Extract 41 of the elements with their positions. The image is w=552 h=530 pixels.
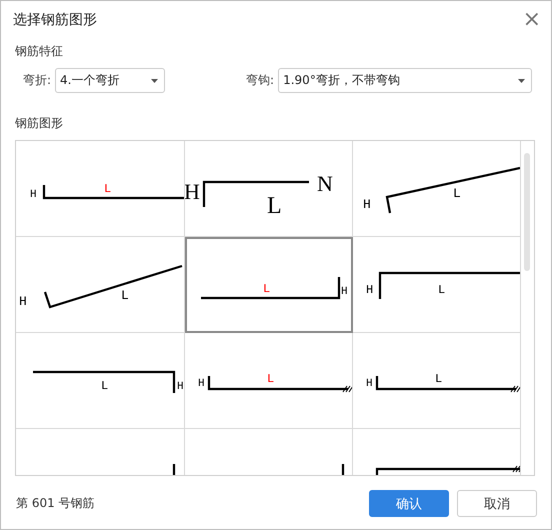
section-heading: 钢筋图形 (15, 115, 64, 132)
dimension-label: L (438, 283, 446, 297)
caret-icon (151, 78, 158, 82)
dimension-label: L (453, 186, 461, 201)
close-button[interactable]: × (522, 10, 541, 30)
dimension-label: L (263, 282, 270, 296)
confirm-button[interactable]: 确认 (369, 490, 449, 517)
dimension-label: N (317, 171, 333, 196)
dimension-label: H (341, 286, 348, 298)
dimension-label: L (267, 372, 274, 386)
dimension-label: H (19, 294, 27, 309)
dimension-label: H (185, 179, 200, 204)
status-text: 第 601 号钢筋 (16, 495, 95, 512)
shape-option[interactable]: L H (16, 333, 185, 429)
rebar-drawing (342, 464, 344, 475)
dimension-label: L (267, 193, 282, 219)
dimension-label: H (198, 378, 205, 390)
dimension-label: L (121, 288, 129, 303)
shape-option[interactable]: H L (16, 141, 185, 237)
dimension-label: L (435, 372, 442, 386)
shape-option[interactable]: H L (185, 333, 353, 429)
dimension-label: H (177, 381, 184, 393)
dimension-label: H (363, 197, 371, 212)
caret-icon (518, 78, 526, 82)
dropdown[interactable]: 4.一个弯折 (55, 68, 166, 93)
scroll-thumb[interactable] (524, 153, 530, 271)
shape-option[interactable]: H L (16, 237, 185, 333)
shape-option[interactable]: L H (185, 237, 353, 333)
dimension-label: H (366, 283, 374, 297)
rebar-drawing (172, 464, 176, 475)
dimension-label: H (366, 378, 373, 390)
section-heading: 钢筋特征 (15, 43, 64, 60)
dropdown[interactable]: 1.90°弯折，不带弯钩 (278, 68, 532, 93)
shape-option[interactable]: H L N (185, 141, 353, 237)
dimension-label: H (30, 189, 37, 201)
cancel-button[interactable]: 取消 (457, 490, 537, 517)
window-title: 选择钢筋图形 (13, 11, 97, 29)
field-label: 弯折: (23, 72, 52, 89)
field-label: 弯钩: (246, 72, 274, 89)
dimension-label: L (101, 379, 108, 393)
dimension-label: L (104, 182, 112, 196)
